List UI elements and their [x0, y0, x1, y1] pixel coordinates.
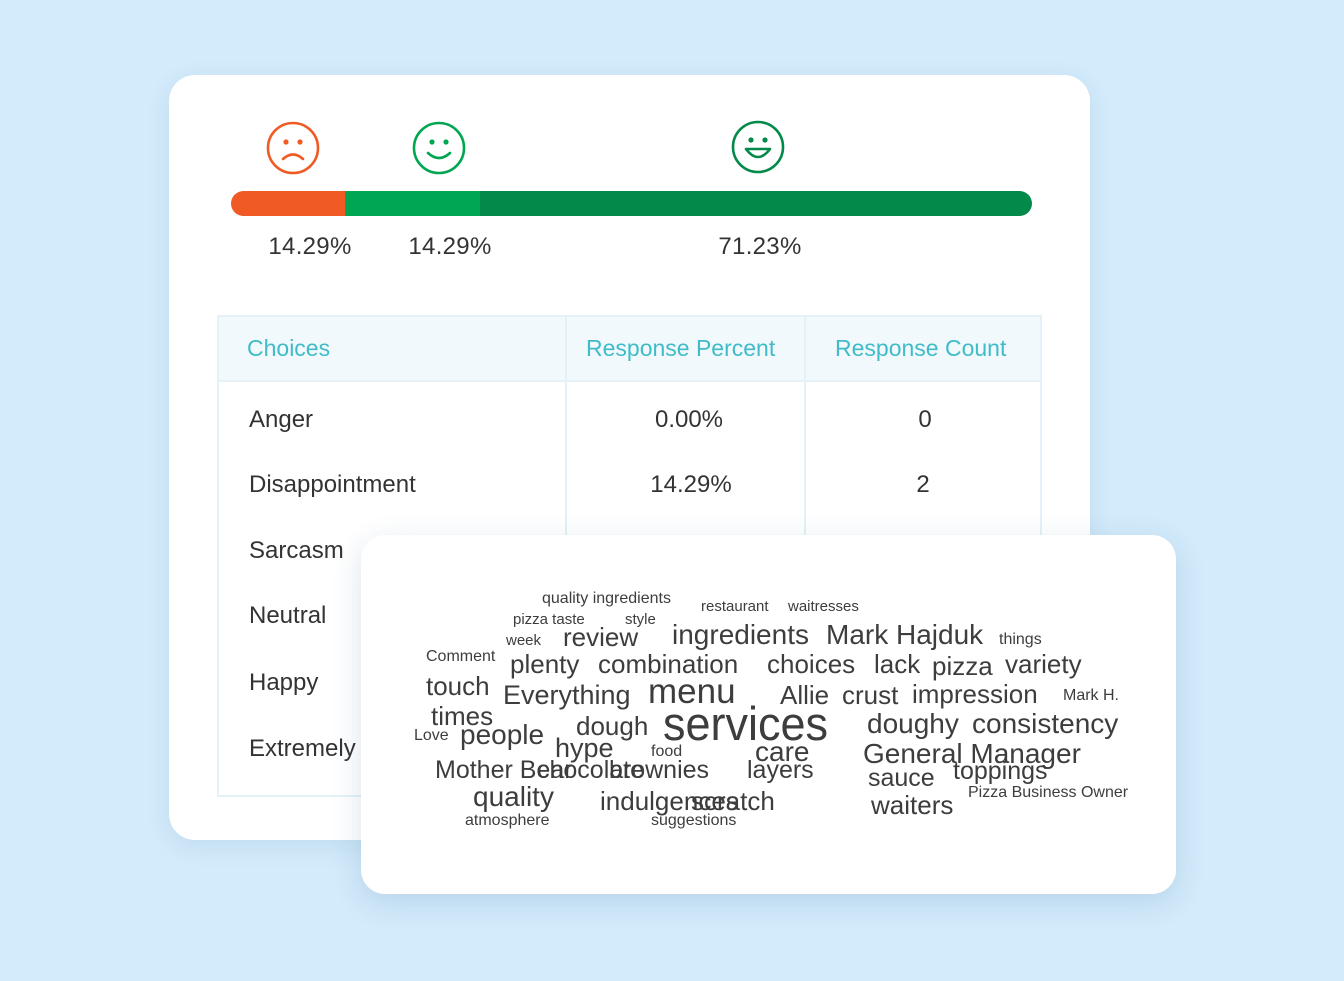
smile-face-icon: [411, 120, 467, 176]
sad-face-icon: [265, 120, 321, 176]
choice-disappointment: Disappointment: [249, 471, 416, 498]
table-header: Choices Response Percent Response Count: [219, 317, 1040, 382]
cloud-word: toppings: [953, 757, 1048, 785]
cloud-word: Pizza Business Owner: [968, 784, 1129, 801]
cloud-word: consistency: [972, 708, 1119, 739]
cloud-word: Everything: [503, 680, 631, 710]
extremely-happy-percent: 71.23%: [718, 233, 802, 260]
bar-segment-1: [345, 191, 481, 216]
cloud-word: Mark H.: [1063, 687, 1119, 704]
cloud-word: waiters: [871, 790, 954, 820]
cloud-word: quality ingredients: [542, 590, 671, 607]
choice-anger: Anger: [249, 406, 314, 433]
word-cloud-card: quality ingredients restaurant waitresses p…: [361, 535, 1176, 894]
bar-segment-0: [231, 191, 346, 216]
choices-header: Choices: [247, 335, 331, 361]
response-count-header: Response Count: [835, 335, 1007, 361]
cloud-word: suggestions: [651, 812, 737, 829]
cloud-word: plenty: [510, 649, 580, 679]
cloud-word: doughy: [867, 708, 959, 739]
happy-percent: 14.29%: [408, 233, 492, 260]
cloud-word: Love: [414, 727, 449, 744]
choice-neutral: Neutral: [249, 602, 327, 629]
response-percent-header: Response Percent: [586, 335, 776, 361]
cloud-word: crust: [842, 680, 899, 710]
cloud-word: ingredients: [672, 619, 809, 650]
cloud-word: restaurant: [701, 598, 769, 615]
cloud-word: touch: [426, 671, 490, 701]
cloud-word: Comment: [426, 648, 496, 665]
cloud-word: scratch: [691, 786, 775, 816]
cloud-word: brownies: [609, 756, 710, 784]
word-cloud: quality ingredients restaurant waitresses p…: [361, 535, 1176, 894]
count-anger: 0: [918, 406, 932, 433]
disappointment-percent: 14.29%: [268, 233, 352, 260]
cloud-word: Mark Hajduk: [826, 619, 984, 650]
cloud-word: impression: [912, 679, 1038, 709]
bar-segment-2: [480, 191, 1032, 216]
cloud-word: week: [506, 632, 542, 649]
cloud-word: layers: [747, 756, 814, 784]
sentiment-bar: [231, 191, 1032, 216]
percent-anger: 0.00%: [654, 406, 724, 433]
cloud-word: sauce: [868, 764, 935, 792]
cloud-word: variety: [1005, 649, 1082, 679]
cloud-word: review: [563, 622, 639, 652]
cloud-word: atmosphere: [465, 812, 550, 829]
grin-face-icon: [730, 119, 786, 175]
choice-happy: Happy: [249, 669, 319, 696]
cloud-word: waitresses: [788, 598, 859, 615]
cloud-word: choices: [767, 649, 856, 679]
percent-disappointment: 14.29%: [650, 471, 732, 498]
cloud-word: lack: [874, 649, 921, 679]
choice-extremely: Extremely: [249, 735, 356, 762]
cloud-word: things: [999, 631, 1042, 648]
cloud-word: people: [460, 719, 545, 750]
cloud-word: quality: [473, 781, 554, 812]
cloud-word: pizza: [932, 651, 993, 681]
count-disappointment: 2: [916, 471, 930, 498]
choice-sarcasm: Sarcasm: [249, 537, 344, 564]
